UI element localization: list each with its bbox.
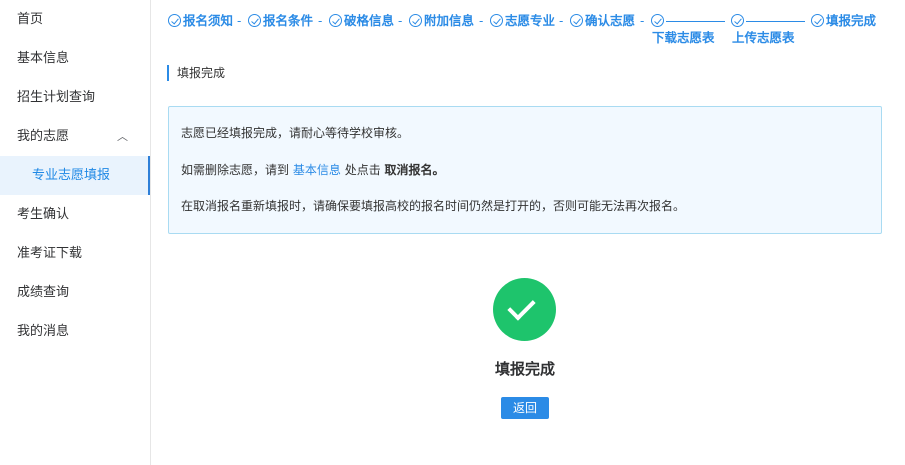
step-separator: -	[559, 14, 564, 28]
sidebar-item-label: 招生计划查询	[17, 90, 96, 105]
sidebar-item-my-messages[interactable]: 我的消息	[0, 312, 150, 351]
step-separator: -	[640, 14, 645, 28]
notice-line-2: 如需删除志愿，请到 基本信息 处点击 取消报名。	[181, 161, 445, 179]
step-label: 附加信息	[424, 13, 475, 28]
sidebar-item-major-volunteer-fill[interactable]: 专业志愿填报	[0, 156, 150, 195]
success-check-icon	[493, 278, 556, 341]
sidebar-item-candidate-confirm[interactable]: 考生确认	[0, 195, 150, 234]
step-label: 破格信息	[344, 13, 395, 28]
step-label: 确认志愿	[585, 13, 636, 28]
step-connector-line	[666, 21, 725, 22]
sidebar-item-home[interactable]: 首页	[0, 0, 150, 39]
sidebar-item-label: 考生确认	[17, 207, 70, 222]
basic-info-link[interactable]: 基本信息	[293, 163, 341, 177]
sidebar-item-label: 基本信息	[17, 51, 70, 66]
step-label: 填报完成	[826, 13, 877, 28]
result-title: 填报完成	[494, 360, 555, 378]
notice-line-2-prefix: 如需删除志愿，请到	[181, 163, 290, 177]
step-label: 上传志愿表	[732, 30, 795, 45]
step-separator: -	[318, 14, 323, 28]
sidebar-item-enrollment-plan[interactable]: 招生计划查询	[0, 78, 150, 117]
sidebar: 首页 基本信息 招生计划查询 我的志愿 ︿ 专业志愿填报 考生确认 准考证下载 成…	[0, 0, 151, 465]
notice-line-1: 志愿已经填报完成，请耐心等待学校审核。	[181, 126, 410, 140]
check-circle-icon	[651, 14, 664, 27]
check-circle-icon	[248, 14, 261, 27]
notice-box: 志愿已经填报完成，请耐心等待学校审核。 如需删除志愿，请到 基本信息 处点击 取…	[168, 106, 882, 234]
step-label: 志愿专业	[505, 13, 556, 28]
step-separator: -	[237, 14, 242, 28]
check-circle-icon	[570, 14, 583, 27]
sidebar-item-my-volunteer[interactable]: 我的志愿 ︿	[0, 117, 150, 156]
check-circle-icon	[329, 14, 342, 27]
check-circle-icon	[490, 14, 503, 27]
step-label: 下载志愿表	[652, 30, 715, 45]
back-button[interactable]: 返回	[501, 397, 549, 419]
notice-line-2-middle: 处点击	[344, 163, 381, 177]
sidebar-item-label: 我的消息	[17, 324, 70, 339]
step-label: 报名须知	[183, 13, 234, 28]
step-separator: -	[479, 14, 484, 28]
check-circle-icon	[731, 14, 744, 27]
check-circle-icon	[811, 14, 824, 27]
sidebar-item-label: 准考证下载	[17, 246, 83, 261]
check-circle-icon	[409, 14, 422, 27]
sidebar-item-label: 我的志愿	[17, 129, 70, 144]
sidebar-item-label: 成绩查询	[17, 285, 70, 300]
step-label: 报名条件	[263, 13, 314, 28]
cancel-registration-text: 取消报名。	[384, 163, 445, 177]
sidebar-item-score-query[interactable]: 成绩查询	[0, 273, 150, 312]
app: 首页 基本信息 招生计划查询 我的志愿 ︿ 专业志愿填报 考生确认 准考证下载 成…	[0, 0, 905, 465]
notice-line-3: 在取消报名重新填报时，请确保要填报高校的报名时间仍然是打开的，否则可能无法再次报…	[181, 199, 686, 213]
section-title: 填报完成	[177, 66, 226, 80]
check-circle-icon	[168, 14, 181, 27]
sidebar-item-label: 首页	[17, 12, 44, 27]
step-connector-line	[746, 21, 805, 22]
sidebar-item-admission-ticket[interactable]: 准考证下载	[0, 234, 150, 273]
section-title-bar	[167, 65, 169, 81]
sidebar-item-label: 专业志愿填报	[32, 168, 111, 183]
sidebar-item-basic-info[interactable]: 基本信息	[0, 39, 150, 78]
chevron-up-icon: ︿	[117, 130, 128, 143]
step-separator: -	[398, 14, 403, 28]
